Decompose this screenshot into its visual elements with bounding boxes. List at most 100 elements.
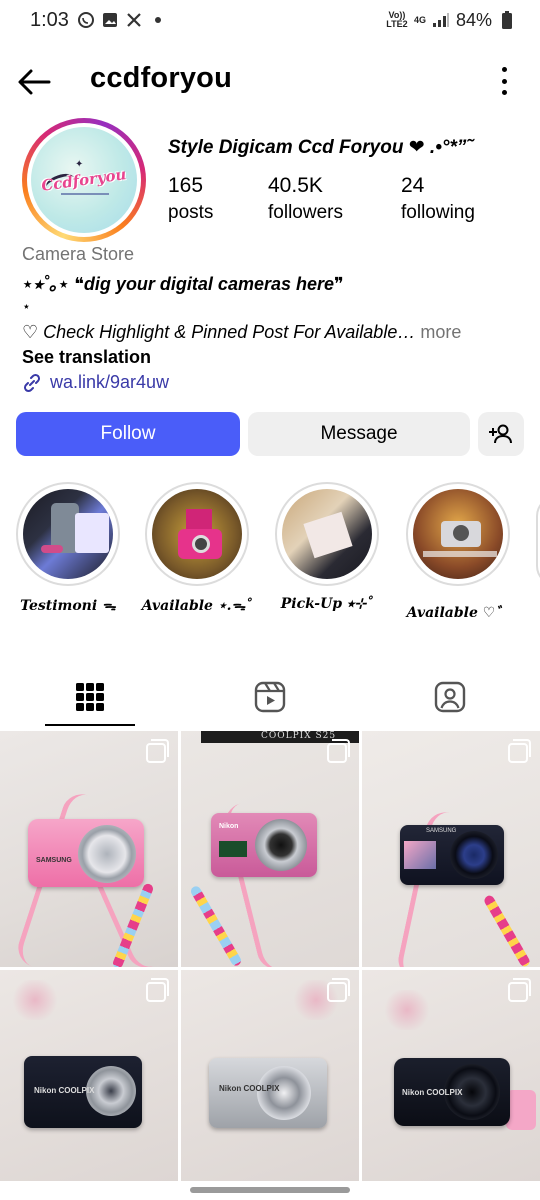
message-button[interactable]: Message: [248, 412, 470, 456]
arrow-left-icon: [18, 69, 51, 95]
flower-decoration: [10, 980, 60, 1020]
camera-body: SAMSUNG: [28, 819, 144, 887]
highlight-cover: [282, 489, 372, 579]
highlight-pickup[interactable]: Pick-Up ⭒⊹˚: [273, 482, 381, 612]
beads-decoration: [189, 884, 243, 967]
notification-dot-icon: [154, 17, 161, 23]
stat-value: 40.5K: [268, 174, 323, 197]
more-dots-icon: [501, 67, 507, 72]
highlight-partial[interactable]: [536, 496, 540, 586]
network-label: Vo)) LTE2: [386, 10, 408, 29]
suggest-accounts-button[interactable]: [478, 412, 524, 456]
tab-grid[interactable]: [0, 668, 180, 726]
stat-label: following: [401, 202, 475, 223]
posts-grid: SAMSUNG COOLPIX S25 Nikon SAMSUNG Nikon: [0, 731, 540, 1181]
tagged-user-icon: [434, 681, 466, 713]
follow-button[interactable]: Follow: [16, 412, 240, 456]
highlight-cover: [23, 489, 113, 579]
post-thumbnail[interactable]: COOLPIX S25 Nikon: [181, 731, 359, 967]
more-dot: [501, 90, 507, 95]
post-thumbnail[interactable]: SAMSUNG: [0, 731, 178, 967]
camera-brand: Nikon: [219, 823, 239, 830]
bio-more-link[interactable]: more: [415, 322, 461, 342]
more-dot: [501, 78, 507, 84]
highlight-label: Available ♡゛: [406, 605, 510, 621]
add-user-icon: [489, 424, 512, 444]
bio-text: ♡ Check Highlight & Pinned Post For Avai…: [22, 322, 416, 342]
carousel-icon: [508, 978, 531, 1002]
profile-header: ccdforyou: [0, 54, 540, 108]
carousel-icon: [327, 739, 350, 763]
camera-brand: SAMSUNG: [426, 828, 457, 834]
stat-posts[interactable]: 165 posts: [168, 174, 213, 224]
bio-link-text: wa.link/9ar4uw: [50, 372, 170, 392]
camera-body: Nikon COOLPIX: [24, 1056, 142, 1128]
post-thumbnail[interactable]: Nikon COOLPIX: [181, 970, 359, 1181]
highlight-cover: [413, 489, 503, 579]
x-icon: [125, 11, 143, 29]
camera-brand: SAMSUNG: [36, 857, 72, 864]
carousel-icon: [146, 739, 169, 763]
camera-brand: Nikon COOLPIX: [219, 1084, 280, 1093]
tab-tagged[interactable]: [360, 668, 540, 726]
banner-text: COOLPIX S25: [261, 731, 337, 741]
camera-brand: Nikon COOLPIX: [34, 1086, 95, 1095]
post-thumbnail[interactable]: Nikon COOLPIX: [0, 970, 178, 1181]
highlight-label: Pick-Up ⭒⊹˚: [280, 596, 374, 612]
signal-icon: [432, 11, 450, 29]
home-indicator[interactable]: [190, 1187, 350, 1193]
carousel-icon: [327, 978, 350, 1002]
stat-followers[interactable]: 40.5K followers: [268, 174, 343, 224]
see-translation-link[interactable]: See translation: [22, 347, 151, 368]
avatar-story-ring[interactable]: ✦ Ccdforyou: [22, 118, 146, 242]
profile-tabs: [0, 668, 540, 728]
more-options-button[interactable]: [498, 64, 510, 98]
back-button[interactable]: [14, 62, 54, 102]
battery-percent: 84%: [455, 9, 492, 30]
highlight-available-2[interactable]: Available ♡゛: [404, 482, 512, 622]
network-type: 4G: [413, 14, 426, 25]
grid-icon: [76, 683, 104, 711]
camera-body: SAMSUNG: [400, 825, 504, 885]
highlight-label: Available ⋆.ᯓ˚: [141, 598, 253, 614]
pink-accessory: [506, 1090, 536, 1130]
reels-icon: [254, 681, 286, 713]
profile-category: Camera Store: [22, 244, 135, 264]
gallery-icon: [101, 11, 119, 29]
avatar: ✦ Ccdforyou: [31, 127, 137, 233]
highlight-available-1[interactable]: Available ⋆.ᯓ˚: [141, 482, 253, 615]
star-icon: ✦: [75, 159, 84, 170]
status-bar: 1:03 Vo)) LTE2 4G 84%: [0, 0, 540, 40]
highlight-cover: [152, 489, 242, 579]
bio-line: ⋆: [22, 298, 31, 314]
carousel-icon: [146, 978, 169, 1002]
sticker-decoration: [219, 841, 247, 857]
whatsapp-icon: [77, 11, 95, 29]
bio-line: ⋆⭒˚｡⋆ ❝dig your digital cameras here❞: [22, 274, 344, 294]
stat-following[interactable]: 24 following: [401, 174, 475, 224]
link-icon: [23, 373, 41, 392]
active-tab-indicator: [45, 724, 135, 726]
tab-reels[interactable]: [180, 668, 360, 726]
camera-body: Nikon COOLPIX: [209, 1058, 327, 1128]
profile-username: ccdforyou: [90, 62, 232, 94]
camera-body: Nikon COOLPIX: [394, 1058, 510, 1126]
camera-body: Nikon: [211, 813, 317, 877]
carousel-icon: [508, 739, 531, 763]
avatar-logo: Ccdforyou: [40, 165, 128, 195]
avatar-underline: [61, 193, 109, 195]
stat-label: followers: [268, 202, 343, 223]
post-thumbnail[interactable]: SAMSUNG: [362, 731, 540, 967]
stat-value: 24: [401, 174, 425, 197]
stat-value: 165: [168, 174, 204, 197]
highlight-testimoni[interactable]: Testimoni ᯓ: [14, 482, 122, 615]
camera-brand: Nikon COOLPIX: [402, 1088, 463, 1097]
bio-line: ♡ Check Highlight & Pinned Post For Avai…: [22, 322, 461, 343]
bio-link[interactable]: wa.link/9ar4uw: [22, 372, 169, 393]
stat-label: posts: [168, 202, 214, 223]
battery-icon: [498, 11, 516, 29]
highlight-label: Testimoni ᯓ: [20, 598, 116, 614]
post-thumbnail[interactable]: Nikon COOLPIX: [362, 970, 540, 1181]
status-time: 1:03: [30, 8, 69, 31]
beads-decoration: [482, 893, 532, 967]
